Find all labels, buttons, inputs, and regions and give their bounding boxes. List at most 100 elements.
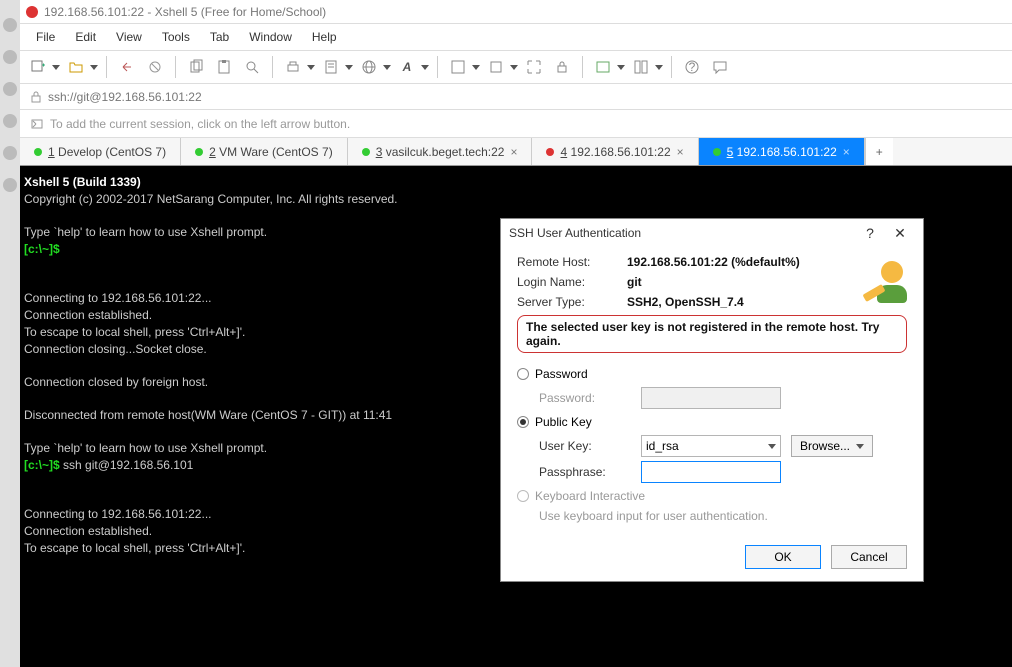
ok-button[interactable]: OK [745,545,821,569]
password-input [641,387,781,409]
user-key-icon [863,259,907,303]
dropdown-icon[interactable] [307,65,315,70]
info-bar: To add the current session, click on the… [20,110,1012,138]
menu-file[interactable]: File [26,26,65,48]
browse-button[interactable]: Browse... [791,435,873,457]
ssh-auth-dialog: SSH User Authentication ? ✕ Remote Host:… [500,218,924,582]
app-icon [26,6,38,18]
dropdown-icon[interactable] [617,65,625,70]
close-icon[interactable]: × [510,145,517,159]
passphrase-input[interactable] [641,461,781,483]
radio-password[interactable]: Password [517,367,907,381]
cancel-button[interactable]: Cancel [831,545,907,569]
server-type-label: Server Type: [517,295,627,309]
sidebar-dot-icon [3,18,17,32]
passphrase-field-label: Passphrase: [539,465,631,479]
tab-develop[interactable]: 1 Develop (CentOS 7) [20,138,181,165]
radio-icon [517,416,529,428]
properties-icon[interactable] [319,55,343,79]
login-name-value: git [627,275,857,289]
new-tab-button[interactable]: + [865,138,893,165]
remote-host-label: Remote Host: [517,255,627,269]
server-type-value: SSH2, OpenSSH_7.4 [627,295,857,309]
new-session-icon[interactable] [26,55,50,79]
script-icon[interactable] [484,55,508,79]
error-message: The selected user key is not registered … [526,320,879,348]
radio-publickey[interactable]: Public Key [517,415,907,429]
window-titlebar: 192.168.56.101:22 - Xshell 5 (Free for H… [20,0,1012,24]
dropdown-icon[interactable] [472,65,480,70]
status-dot-icon [362,148,370,156]
toolbar: A ? [20,50,1012,84]
color-icon[interactable] [446,55,470,79]
menu-tools[interactable]: Tools [152,26,200,48]
disconnect-icon[interactable] [143,55,167,79]
tab-beget[interactable]: 3 vasilcuk.beget.tech:22 × [348,138,533,165]
fullscreen-icon[interactable] [522,55,546,79]
status-dot-icon [546,148,554,156]
paste-icon[interactable] [212,55,236,79]
dropdown-icon[interactable] [345,65,353,70]
address-bar: ssh://git@192.168.56.101:22 [20,84,1012,110]
sidebar-dot-icon [3,50,17,64]
menu-view[interactable]: View [106,26,152,48]
dropdown-icon[interactable] [421,65,429,70]
tab-host-4[interactable]: 4 192.168.56.101:22 × [532,138,698,165]
globe-icon[interactable] [357,55,381,79]
window-title: 192.168.56.101:22 - Xshell 5 (Free for H… [44,5,326,19]
address-text[interactable]: ssh://git@192.168.56.101:22 [48,90,202,104]
dialog-title: SSH User Authentication [509,226,855,240]
status-dot-icon [713,148,721,156]
menubar: File Edit View Tools Tab Window Help [20,24,1012,50]
menu-help[interactable]: Help [302,26,347,48]
dropdown-icon[interactable] [383,65,391,70]
userkey-select[interactable]: id_rsa [641,435,781,457]
close-icon[interactable]: × [843,145,850,159]
add-session-arrow-icon[interactable] [30,117,44,131]
status-dot-icon [195,148,203,156]
chevron-down-icon [768,444,776,449]
open-session-icon[interactable] [64,55,88,79]
lock-icon[interactable] [550,55,574,79]
error-message-frame: The selected user key is not registered … [517,315,907,353]
info-hint: To add the current session, click on the… [50,117,350,131]
dropdown-icon[interactable] [90,65,98,70]
radio-keyboard-interactive: Keyboard Interactive [517,489,907,503]
font-icon[interactable]: A [395,55,419,79]
session-tabstrip: 1 Develop (CentOS 7) 2 VM Ware (CentOS 7… [20,138,1012,166]
dropdown-icon[interactable] [52,65,60,70]
chevron-down-icon [856,444,864,449]
sidebar-dot-icon [3,82,17,96]
transfer-icon[interactable] [591,55,615,79]
copy-icon[interactable] [184,55,208,79]
help-icon[interactable]: ? [855,225,885,241]
layout-icon[interactable] [629,55,653,79]
close-icon[interactable]: ✕ [885,225,915,242]
dropdown-icon[interactable] [510,65,518,70]
radio-icon [517,368,529,380]
feedback-icon[interactable] [708,55,732,79]
sidebar-dot-icon [3,146,17,160]
menu-window[interactable]: Window [239,26,302,48]
dialog-titlebar: SSH User Authentication ? ✕ [501,219,923,247]
search-icon[interactable] [240,55,264,79]
keyboard-interactive-note: Use keyboard input for user authenticati… [539,509,907,523]
sidebar-dot-icon [3,114,17,128]
remote-host-value: 192.168.56.101:22 (%default%) [627,255,857,269]
sidebar-dot-icon [3,178,17,192]
help-icon[interactable]: ? [680,55,704,79]
dropdown-icon[interactable] [655,65,663,70]
close-icon[interactable]: × [677,145,684,159]
radio-icon [517,490,529,502]
menu-edit[interactable]: Edit [65,26,106,48]
password-field-label: Password: [539,391,631,405]
menu-tab[interactable]: Tab [200,26,239,48]
status-dot-icon [34,148,42,156]
tab-host-5[interactable]: 5 192.168.56.101:22 × [699,138,865,165]
tab-vmware[interactable]: 2 VM Ware (CentOS 7) [181,138,348,165]
reconnect-icon[interactable] [115,55,139,79]
svg-text:?: ? [689,60,696,74]
userkey-field-label: User Key: [539,439,631,453]
print-icon[interactable] [281,55,305,79]
login-name-label: Login Name: [517,275,627,289]
